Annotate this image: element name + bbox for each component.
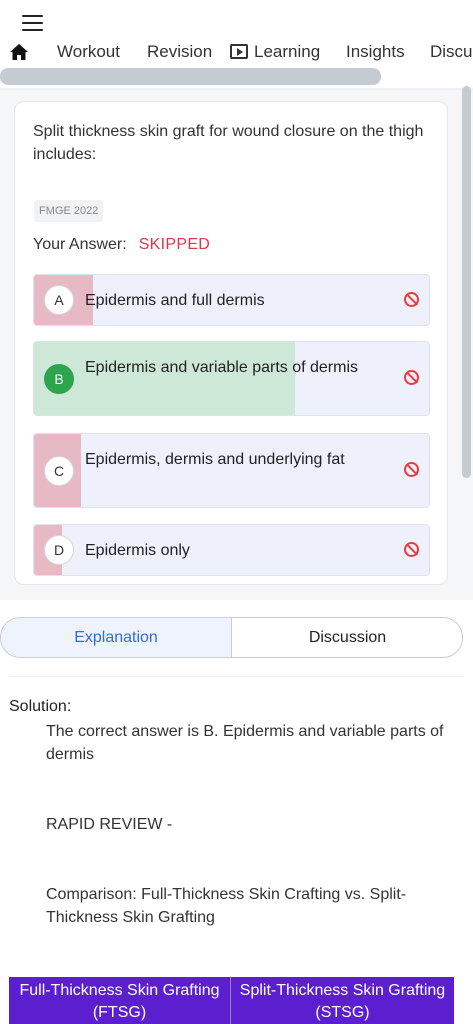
- question-card: Split thickness skin graft for wound clo…: [14, 101, 448, 585]
- option-d-letter: D: [44, 535, 74, 565]
- tab-discussion[interactable]: Discussion: [232, 618, 462, 657]
- nav-item-workout[interactable]: Workout: [57, 40, 120, 64]
- nav-item-learning-label: Learning: [254, 42, 321, 61]
- exam-tag: FMGE 2022: [34, 200, 104, 222]
- comparison-table: Full-Thickness Skin Grafting (FTSG) Spli…: [9, 977, 454, 1024]
- your-answer-row: Your Answer: SKIPPED: [33, 236, 210, 254]
- option-b-text: Epidermis and variable parts of dermis: [85, 359, 359, 376]
- nav-item-discussion[interactable]: Discu: [430, 40, 473, 64]
- table-header-ftsg: Full-Thickness Skin Grafting (FTSG): [9, 977, 231, 1024]
- question-text: Split thickness skin graft for wound clo…: [33, 123, 424, 163]
- comparison-heading: Comparison: Full-Thickness Skin Crafting…: [46, 886, 407, 926]
- horizontal-scrollbar[interactable]: [0, 68, 381, 85]
- option-c[interactable]: C Epidermis, dermis and underlying fat: [33, 433, 430, 508]
- wrong-mark-icon: [404, 542, 419, 557]
- option-a-letter: A: [44, 285, 74, 315]
- tab-explanation[interactable]: Explanation: [1, 618, 232, 657]
- wrong-mark-icon: [404, 370, 419, 385]
- option-c-text: Epidermis, dermis and underlying fat: [85, 451, 345, 468]
- rapid-review-heading: RAPID REVIEW -: [46, 816, 173, 833]
- wrong-mark-icon: [404, 292, 419, 307]
- table-header-stsg: Split-Thickness Skin Grafting (STSG): [239, 982, 446, 1021]
- option-a-text: Epidermis and full dermis: [85, 292, 265, 309]
- explanation-discussion-tabs: Explanation Discussion: [0, 617, 463, 658]
- option-a[interactable]: A Epidermis and full dermis: [33, 274, 430, 326]
- option-c-letter: C: [44, 456, 74, 486]
- wrong-mark-icon: [404, 462, 419, 477]
- option-d[interactable]: D Epidermis only: [33, 524, 430, 576]
- your-answer-label: Your Answer:: [33, 236, 127, 253]
- play-icon: [230, 44, 248, 59]
- top-bar: Workout Revision Learning Insights Discu: [0, 0, 473, 90]
- vertical-scrollbar[interactable]: [462, 86, 471, 478]
- nav-tabs: Workout Revision Learning Insights Discu: [0, 40, 473, 66]
- option-b-letter: B: [44, 364, 74, 394]
- nav-item-insights[interactable]: Insights: [346, 40, 405, 64]
- option-d-text: Epidermis only: [85, 542, 190, 559]
- home-icon[interactable]: [10, 44, 28, 60]
- menu-icon[interactable]: [22, 15, 43, 31]
- answer-status: SKIPPED: [138, 236, 211, 253]
- nav-item-learning[interactable]: Learning: [230, 40, 320, 64]
- divider: [10, 676, 463, 677]
- nav-item-revision[interactable]: Revision: [147, 40, 212, 64]
- solution-label: Solution:: [9, 698, 72, 715]
- option-b[interactable]: B Epidermis and variable parts of dermis: [33, 341, 430, 416]
- solution-answer: The correct answer is B. Epidermis and v…: [46, 723, 444, 763]
